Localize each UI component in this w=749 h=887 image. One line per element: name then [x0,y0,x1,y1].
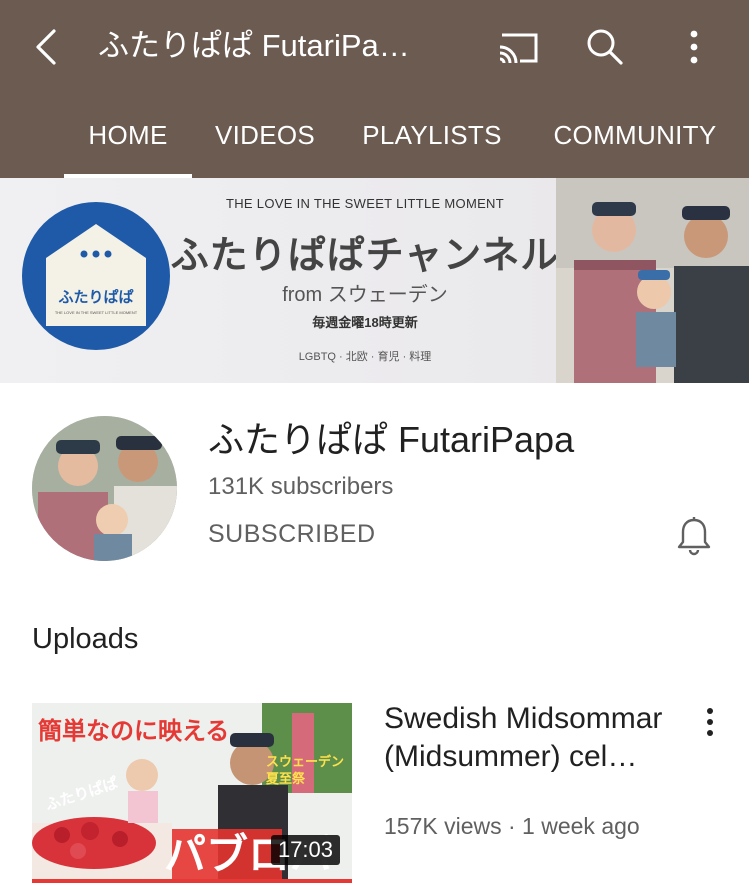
tab-community-label: COMMUNITY [553,119,717,150]
uploads-heading: Uploads [32,623,139,655]
channel-avatar[interactable] [32,416,177,561]
channel-title: ふたりぱぱ FutariPa… [98,28,410,63]
avatar-photo [32,416,177,561]
subscribe-button[interactable]: SUBSCRIBED [208,518,376,550]
banner-schedule: 毎週金曜18時更新 [312,315,418,330]
video-meta: 157K views · 1 week ago [384,813,640,839]
banner-from: from スウェーデン [282,284,448,306]
banner-family-photo [556,178,749,383]
banner-tagline: THE LOVE IN THE SWEET LITTLE MOMENT [225,196,504,211]
app-header: ふたりぱぱ FutariPa… HOME VIDEOS PLAYLISTS CO… [0,0,749,178]
search-icon [587,29,623,65]
tab-community[interactable]: COMMUNITY [544,92,726,178]
video-item[interactable]: 簡単なのに映える スウェーデン夏至祭 ふたりぱぱ パブロバ 17:03 Swed… [0,700,749,887]
channel-tabs: HOME VIDEOS PLAYLISTS COMMUNITY [0,92,749,178]
header-row: ふたりぱぱ FutariPa… [0,0,749,92]
back-arrow-icon [36,29,56,65]
tab-playlists-label: PLAYLISTS [362,119,502,150]
channel-banner: ふたりぱぱ THE LOVE IN THE SWEET LITTLE MOMEN… [0,178,749,383]
channel-name: ふたりぱぱ FutariPapa [208,419,575,460]
more-options-button[interactable] [669,22,719,72]
notification-bell-button[interactable] [670,512,718,560]
more-vert-icon [707,708,713,736]
cast-button[interactable] [493,22,543,72]
tab-home[interactable]: HOME [64,92,192,178]
cast-icon [499,33,538,64]
banner-topics: LGBTQ · 北欧 · 育児 · 料理 [298,351,432,363]
house-logo-icon [46,224,146,326]
more-vert-icon [690,30,698,64]
video-more-button[interactable] [690,700,730,744]
tab-videos-label: VIDEOS [214,119,316,150]
video-duration: 17:03 [270,835,340,865]
logo-subtext: THE LOVE IN THE SWEET LITTLE MOMENT [54,310,138,315]
tab-playlists[interactable]: PLAYLISTS [352,92,512,178]
video-thumbnail[interactable]: 簡単なのに映える スウェーデン夏至祭 ふたりぱぱ パブロバ 17:03 [32,703,352,883]
banner-channel-name: ふたりぱぱチャンネル [170,235,560,277]
video-title[interactable]: Swedish Midsommar (Midsummer) cel… [384,700,679,776]
search-button[interactable] [580,22,630,72]
logo-text: ふたりぱぱ [58,289,134,306]
tab-videos[interactable]: VIDEOS [206,92,324,178]
thumbnail-text-side: スウェーデン夏至祭 [266,754,345,786]
tab-home-label: HOME [88,119,168,150]
back-button[interactable] [22,22,72,72]
subscriber-count: 131K subscribers [208,473,394,500]
thumbnail-text-top: 簡単なのに映える [38,718,230,745]
bell-icon [677,517,711,556]
banner-logo: ふたりぱぱ THE LOVE IN THE SWEET LITTLE MOMEN… [22,202,170,350]
